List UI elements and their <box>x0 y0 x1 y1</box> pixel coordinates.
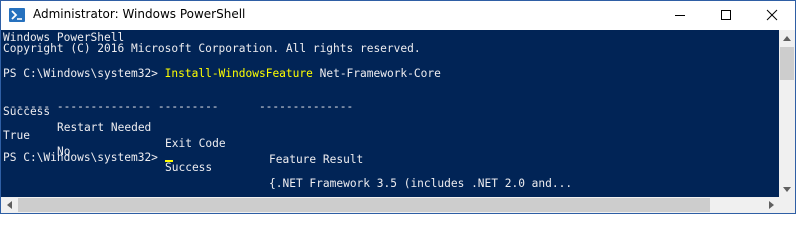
horizontal-scrollbar[interactable] <box>1 197 779 213</box>
header-restart-needed: Restart Needed <box>57 121 152 134</box>
scroll-up-icon[interactable] <box>779 30 795 46</box>
maximize-icon <box>720 6 732 25</box>
vertical-scrollbar[interactable] <box>779 30 795 197</box>
maximize-button[interactable] <box>703 1 749 30</box>
close-button[interactable] <box>749 1 795 30</box>
scroll-left-icon[interactable] <box>1 197 17 213</box>
table-row: True No Success {.NET Framework 3.5 (inc… <box>3 112 572 190</box>
horizontal-scroll-thumb[interactable] <box>18 198 710 212</box>
cell-feature-result: {.NET Framework 3.5 (includes .NET 2.0 a… <box>269 177 573 190</box>
header-exit-code: Exit Code <box>165 137 226 150</box>
close-icon <box>766 6 778 25</box>
scroll-down-icon[interactable] <box>779 181 795 197</box>
cell-success: True <box>3 129 30 142</box>
scroll-right-icon[interactable] <box>763 197 779 213</box>
title-bar[interactable]: Administrator: Windows PowerShell <box>1 1 795 30</box>
table-separator: ------- -------------- --------- -------… <box>3 100 354 113</box>
banner-copyright: Copyright (C) 2016 Microsoft Corporation… <box>3 42 421 55</box>
text-cursor <box>164 160 173 162</box>
command-args: Net-Framework-Core <box>319 67 441 80</box>
minimize-icon <box>674 6 686 25</box>
console-output[interactable]: Windows PowerShell Copyright (C) 2016 Mi… <box>1 30 779 197</box>
final-prompt: PS C:\Windows\system32> <box>3 151 158 164</box>
prompt-text: PS C:\Windows\system32> <box>3 67 158 80</box>
powershell-icon[interactable] <box>9 7 25 23</box>
powershell-window: Administrator: Windows PowerShell Window… <box>0 0 796 214</box>
command-line: PS C:\Windows\system32> Install-WindowsF… <box>3 66 441 82</box>
header-feature-result: Feature Result <box>269 153 364 166</box>
final-prompt-line: PS C:\Windows\system32> <box>3 150 173 166</box>
window-title: Administrator: Windows PowerShell <box>33 7 246 21</box>
minimize-button[interactable] <box>657 1 703 30</box>
vertical-scroll-thumb[interactable] <box>780 47 794 80</box>
scrollbar-corner <box>779 197 795 213</box>
command-name: Install-WindowsFeature <box>164 67 313 80</box>
